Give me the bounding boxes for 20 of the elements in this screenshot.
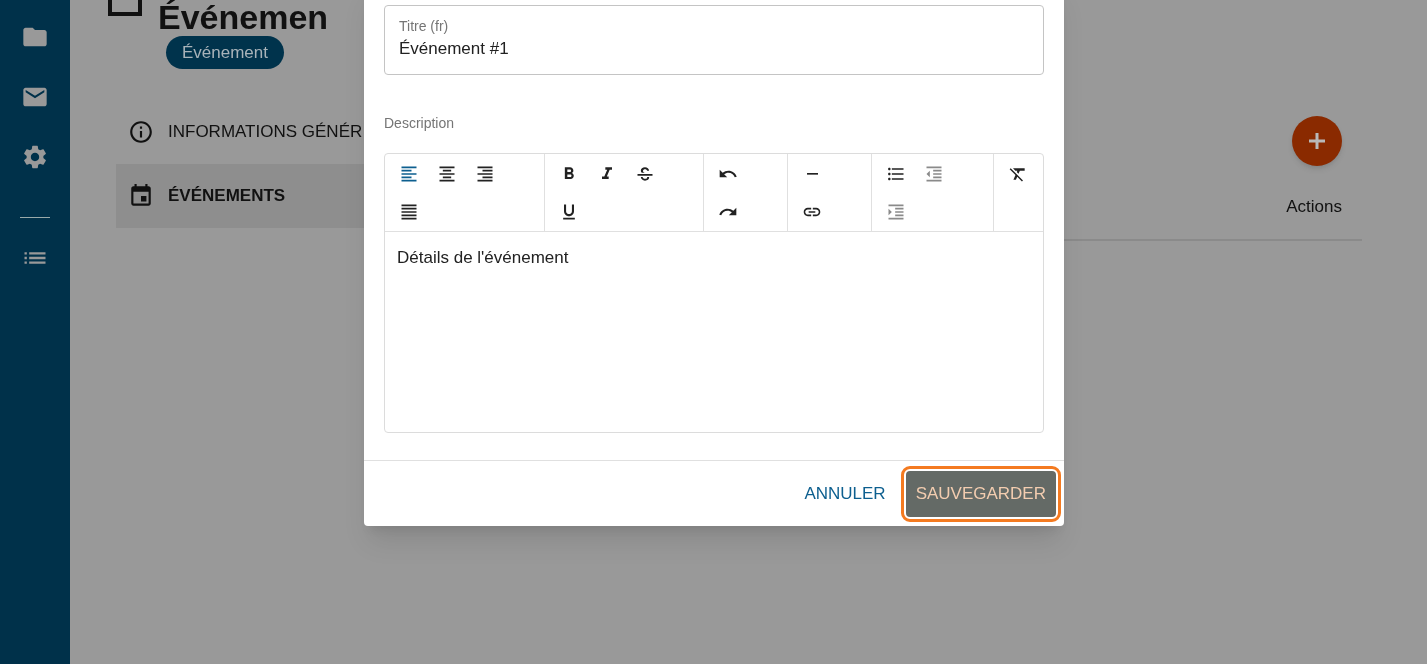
text-field[interactable]: Titre (fr) Événement #1	[384, 5, 1044, 75]
align-left-icon	[399, 164, 419, 184]
nav-tab[interactable]: INFORMATIONS GÉNÉR	[116, 100, 364, 164]
column-header: Actions	[1286, 196, 1342, 218]
add-button[interactable]	[1292, 116, 1342, 166]
justify-icon	[399, 202, 419, 222]
field-value[interactable]: Événement #1	[399, 36, 1029, 62]
outdent-icon	[924, 164, 945, 184]
plus-icon	[1306, 130, 1328, 152]
indent-icon	[886, 202, 907, 222]
settings-icon	[21, 143, 49, 171]
nav-tab[interactable]: ÉVÉNEMENTS	[116, 164, 364, 228]
category-tag: Événement	[166, 36, 284, 69]
align-right-icon	[475, 164, 495, 184]
editor-text: Détails de l'événement	[396, 247, 570, 269]
cancel-button[interactable]: ANNULER	[796, 473, 894, 514]
field-label: Description	[384, 114, 456, 133]
horizontal-rule-icon	[806, 173, 819, 175]
align-center-icon	[437, 164, 457, 184]
info-icon	[128, 119, 154, 145]
